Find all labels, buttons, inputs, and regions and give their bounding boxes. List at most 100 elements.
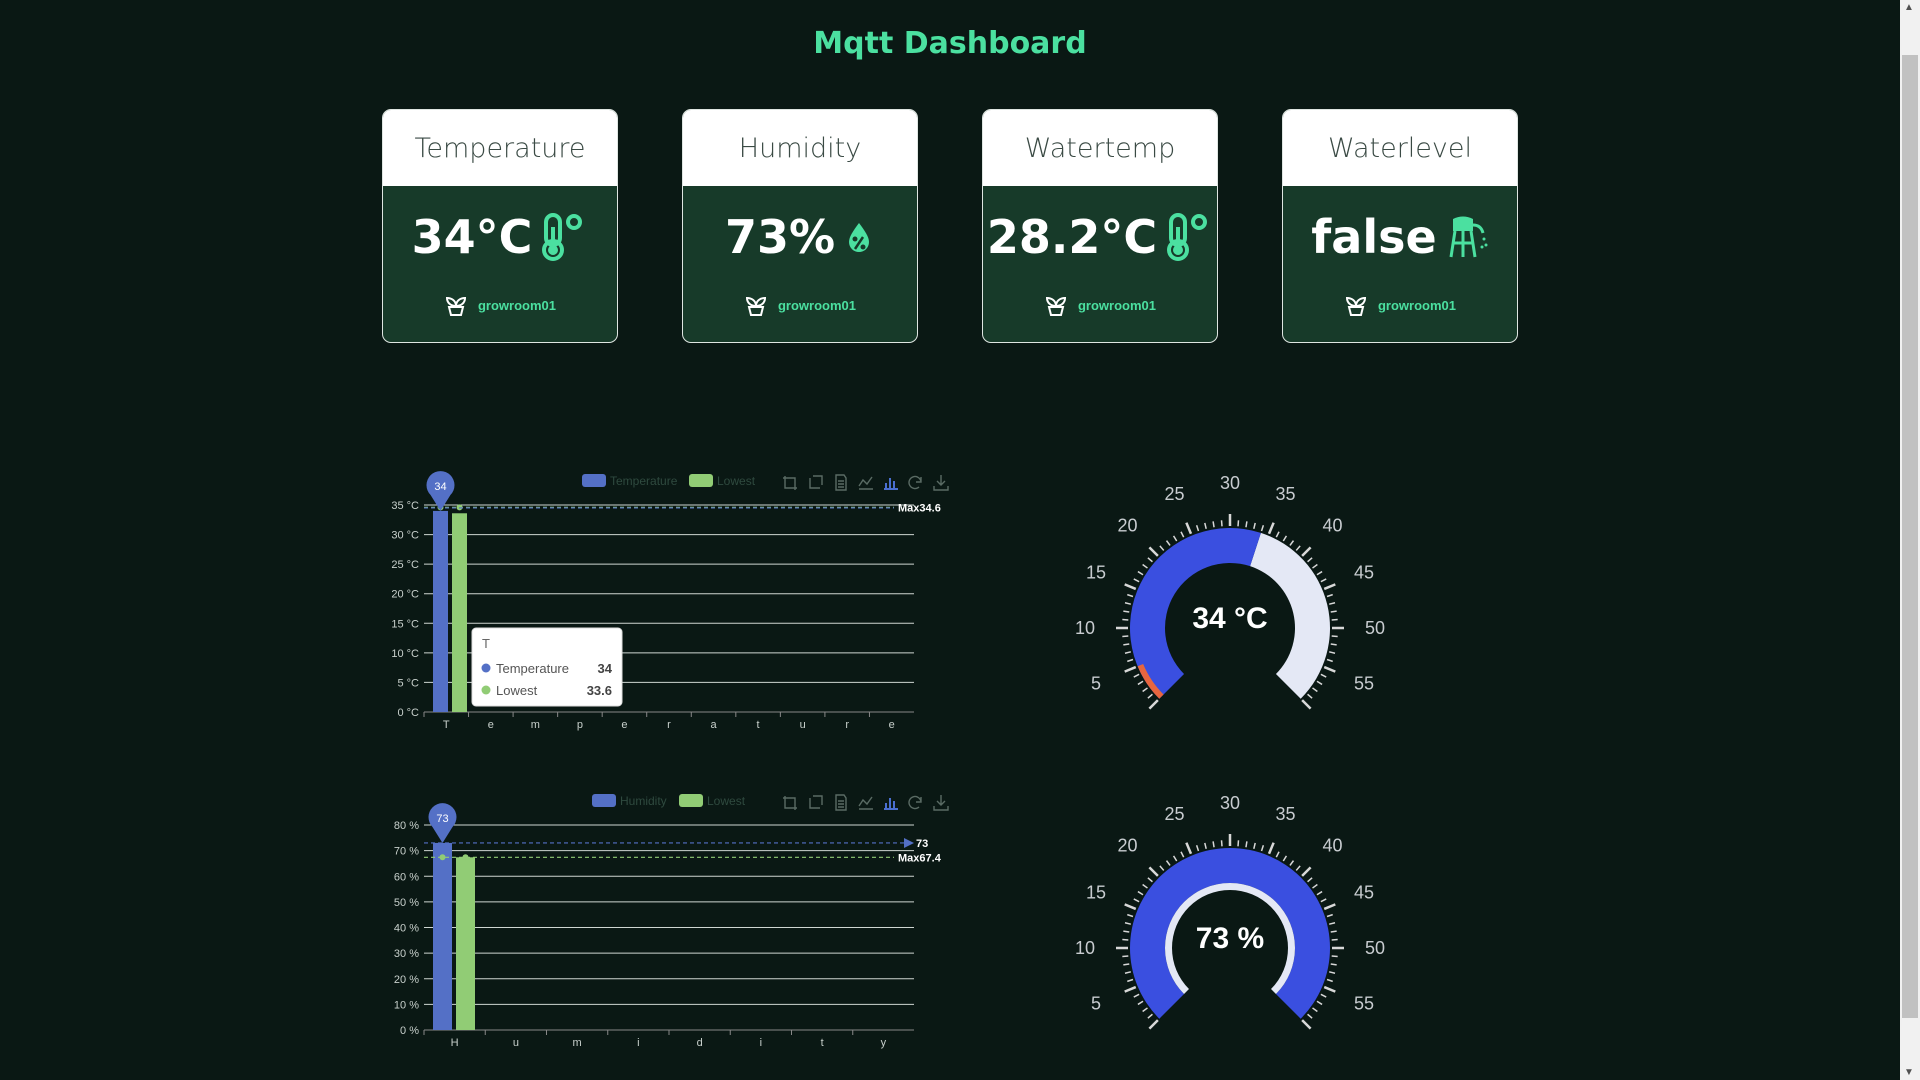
- gauge-tick: [1330, 963, 1337, 966]
- plant-icon: [445, 296, 466, 316]
- tooltip-series-value: 34: [598, 661, 613, 676]
- gauge-tick: [1307, 557, 1313, 563]
- gauge-tick: [1320, 993, 1327, 998]
- line-chart-icon[interactable]: [858, 796, 873, 810]
- y-tick-label: 0 %: [400, 1025, 419, 1037]
- zoom-icon[interactable]: [783, 476, 797, 490]
- gauge-tick-label: 40: [1323, 515, 1343, 535]
- gauge-tick: [1165, 860, 1171, 866]
- current-value-pin[interactable]: 73: [428, 803, 457, 843]
- gauge-tick: [1330, 930, 1337, 933]
- legend-humidity[interactable]: Humidity: [620, 794, 667, 808]
- gauge-tick: [1137, 1000, 1144, 1006]
- data-view-icon[interactable]: [835, 794, 847, 811]
- gauge-tick: [1320, 578, 1327, 583]
- gauge-tick: [1185, 522, 1193, 535]
- legend-swatch-lowest[interactable]: [679, 794, 703, 807]
- gauge-tick: [1260, 525, 1265, 532]
- bar-lowest[interactable]: [452, 513, 467, 712]
- zoom-icon[interactable]: [783, 796, 797, 810]
- gauge-tick: [1180, 531, 1185, 538]
- scrollbar-thumb[interactable]: [1902, 55, 1918, 1018]
- scroll-down-arrow[interactable]: ▼: [1904, 1067, 1914, 1078]
- line-chart-icon[interactable]: [858, 476, 873, 490]
- legend-swatch-humidity[interactable]: [592, 794, 616, 807]
- legend-swatch-lowest[interactable]: [689, 474, 713, 487]
- gauge-tick: [1282, 855, 1288, 862]
- gauge-tick: [1275, 851, 1280, 858]
- tooltip-series-value: 33.6: [587, 683, 612, 698]
- x-tick-label: t: [757, 719, 760, 731]
- gauge-tick: [1289, 540, 1295, 546]
- save-image-icon[interactable]: [933, 475, 949, 491]
- y-tick-label: 15 °C: [391, 618, 419, 630]
- gauge-tick-label: 5: [1091, 993, 1101, 1013]
- zoom-reset-icon[interactable]: [809, 795, 823, 809]
- gauge-tick: [1123, 643, 1130, 646]
- gauge-tick: [1275, 531, 1280, 538]
- gauge-tick: [1301, 699, 1312, 710]
- x-tick-label: a: [710, 719, 717, 731]
- max-marker-label: Max34.6: [898, 502, 941, 514]
- gauge-tick: [1323, 583, 1336, 591]
- restore-icon[interactable]: [908, 795, 922, 810]
- legend-lowest[interactable]: Lowest: [707, 794, 746, 808]
- gauge-tick: [1323, 665, 1336, 673]
- x-tick-label: m: [573, 1037, 582, 1049]
- gauge-tick-label: 35: [1275, 804, 1295, 824]
- gauge-tick: [1312, 1007, 1318, 1013]
- gauge-tick: [1127, 658, 1134, 663]
- gauge-tick: [1282, 535, 1288, 542]
- page-title: Mqtt Dashboard: [813, 26, 1087, 61]
- y-tick-label: 30 °C: [391, 530, 419, 542]
- gauge-tick: [1329, 971, 1336, 974]
- zoom-reset-icon[interactable]: [809, 475, 823, 489]
- bar-temperature[interactable]: [433, 510, 448, 712]
- save-image-icon[interactable]: [933, 795, 949, 811]
- gauge-value-label: 73 %: [1196, 922, 1264, 955]
- legend-swatch-temperature[interactable]: [582, 474, 606, 487]
- pin-label: 73: [436, 813, 448, 825]
- page-scrollbar[interactable]: ▲ ▼: [1900, 0, 1920, 1080]
- gauge-tick: [1195, 525, 1200, 532]
- bar-lowest[interactable]: [456, 857, 475, 1030]
- bar-humidity[interactable]: [433, 842, 452, 1030]
- gauge-tick: [1326, 658, 1333, 663]
- pin-label: 34: [434, 481, 446, 493]
- bar-chart-icon[interactable]: [884, 478, 898, 490]
- gauge-value-label: 34 °C: [1192, 602, 1267, 635]
- gauge-tick: [1142, 883, 1148, 889]
- gauge-tick-label: 5: [1091, 673, 1101, 693]
- gauge-tick: [1326, 978, 1333, 983]
- scroll-up-arrow[interactable]: ▲: [1904, 2, 1914, 13]
- gauge-tick: [1159, 865, 1165, 871]
- card-title: Temperature: [383, 110, 617, 186]
- legend-temperature[interactable]: Temperature: [610, 474, 678, 488]
- gauge-tick: [1253, 522, 1256, 529]
- gauge-tick: [1172, 535, 1178, 542]
- restore-icon[interactable]: [908, 475, 922, 490]
- gauge-tick: [1148, 866, 1159, 877]
- y-tick-label: 0 °C: [397, 707, 419, 719]
- y-tick-label: 80 %: [394, 820, 419, 832]
- bar-chart-icon[interactable]: [884, 798, 898, 810]
- max-marker-label: Max67.4: [898, 852, 942, 864]
- thermometer-icon: [542, 213, 583, 261]
- gauge-tick: [1123, 610, 1130, 613]
- humidity-bar-chart: Hu m i d i t y Lowest 0 % 10 % 20 % 30 % 40 % 50 % 6…: [394, 794, 949, 1049]
- legend-lowest[interactable]: Lowest: [717, 474, 756, 488]
- temperature-bar-chart: Te m p e r a t u r e Lowest 0 °C 5 °C 10 °C 15 °C 20 …: [391, 471, 949, 731]
- data-view-icon[interactable]: [835, 474, 847, 491]
- gauge-tick: [1127, 913, 1134, 918]
- gauge-tick: [1133, 673, 1140, 678]
- gauge-tick: [1159, 545, 1165, 551]
- gauge-tick-label: 40: [1323, 835, 1343, 855]
- gauge-tick: [1316, 680, 1323, 686]
- gauge-tick: [1147, 1013, 1153, 1019]
- gauge-tick: [1316, 570, 1323, 576]
- gauge-tick: [1301, 866, 1312, 877]
- card-title: Humidity: [683, 110, 917, 186]
- gauge-tick: [1307, 693, 1313, 699]
- chart-toolbox: [783, 474, 949, 491]
- gauge-tick: [1212, 841, 1215, 848]
